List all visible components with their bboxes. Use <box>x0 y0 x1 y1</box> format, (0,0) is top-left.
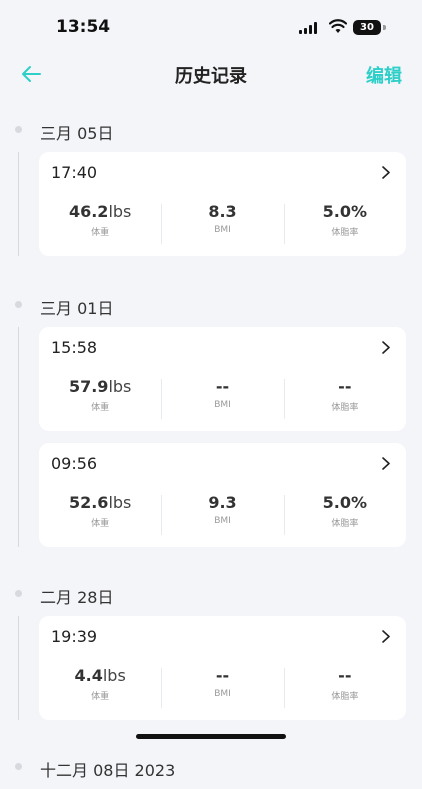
day-group: 二月 28日 19:39 4.4lbs 体重 -- BMI -- 体脂率 <box>0 574 422 720</box>
weight-unit: lbs <box>108 202 132 221</box>
timeline-dot <box>15 301 22 308</box>
weight-unit: lbs <box>108 493 132 512</box>
record-card[interactable]: 15:58 57.9lbs 体重 -- BMI -- 体脂率 <box>39 327 406 431</box>
weight-label: 体重 <box>91 519 110 529</box>
record-metrics: 57.9lbs 体重 -- BMI -- 体脂率 <box>39 377 406 421</box>
record-time: 09:56 <box>51 454 98 473</box>
day-header: 十二月 08日 2023 <box>0 747 422 789</box>
timeline-line <box>18 152 19 256</box>
battery-icon: 30 <box>353 20 381 35</box>
metric-body-fat: 5.0% 体脂率 <box>283 202 406 246</box>
timeline-line <box>18 327 19 547</box>
metric-body-fat: -- 体脂率 <box>283 666 406 710</box>
bmi-label: BMI <box>214 516 231 526</box>
timeline-line <box>18 616 19 720</box>
record-time: 17:40 <box>51 163 98 182</box>
weight-value: 52.6 <box>68 493 109 512</box>
status-time: 13:54 <box>56 17 111 37</box>
bmi-value: 9.3 <box>208 493 237 512</box>
day-header: 三月 05日 <box>0 110 422 152</box>
timeline-dot <box>15 763 22 770</box>
body-fat-value: -- <box>338 377 352 396</box>
metric-weight: 52.6lbs 体重 <box>39 493 161 537</box>
bmi-label: BMI <box>214 400 231 410</box>
metric-body-fat: 5.0% 体脂率 <box>283 493 406 537</box>
day-label: 二月 28日 <box>40 588 114 607</box>
weight-label: 体重 <box>91 228 110 238</box>
battery-tip <box>383 25 386 30</box>
metric-weight: 46.2lbs 体重 <box>39 202 161 246</box>
day-label: 三月 05日 <box>40 124 114 143</box>
body-fat-label: 体脂率 <box>331 403 359 413</box>
day-label: 三月 01日 <box>40 299 114 318</box>
status-bar: 13:54 30 <box>0 0 422 50</box>
metric-bmi: 9.3 BMI <box>161 493 283 537</box>
wifi-icon <box>329 19 347 33</box>
record-metrics: 52.6lbs 体重 9.3 BMI 5.0% 体脂率 <box>39 493 406 537</box>
timeline-dot <box>15 126 22 133</box>
body-fat-value: 5.0% <box>322 493 367 512</box>
body-fat-value: 5.0% <box>322 202 367 221</box>
bmi-value: -- <box>215 666 230 685</box>
edit-button[interactable]: 编辑 <box>366 62 402 88</box>
day-group: 三月 01日 15:58 57.9lbs 体重 -- BMI -- 体脂率 09… <box>0 285 422 547</box>
metric-bmi: -- BMI <box>161 666 283 710</box>
bmi-label: BMI <box>214 689 231 699</box>
metric-body-fat: -- 体脂率 <box>283 377 406 421</box>
record-card[interactable]: 17:40 46.2lbs 体重 8.3 BMI 5.0% 体脂率 <box>39 152 406 256</box>
body-fat-label: 体脂率 <box>331 228 359 238</box>
home-indicator <box>136 734 286 739</box>
record-card[interactable]: 09:56 52.6lbs 体重 9.3 BMI 5.0% 体脂率 <box>39 443 406 547</box>
day-group: 三月 05日 17:40 46.2lbs 体重 8.3 BMI 5.0% 体脂率 <box>0 110 422 256</box>
record-time: 19:39 <box>51 627 98 646</box>
weight-label: 体重 <box>91 692 110 702</box>
bmi-value: 8.3 <box>208 202 237 221</box>
cellular-signal-icon <box>299 22 317 34</box>
bmi-value: -- <box>215 377 230 396</box>
body-fat-label: 体脂率 <box>331 519 359 529</box>
body-fat-value: -- <box>338 666 352 685</box>
metric-weight: 57.9lbs 体重 <box>39 377 161 421</box>
day-header: 二月 28日 <box>0 574 422 616</box>
day-header: 三月 01日 <box>0 285 422 327</box>
page-title: 历史记录 <box>175 66 247 87</box>
weight-unit: lbs <box>102 666 126 685</box>
metric-bmi: -- BMI <box>161 377 283 421</box>
record-metrics: 4.4lbs 体重 -- BMI -- 体脂率 <box>39 666 406 710</box>
chevron-right-icon <box>382 630 390 643</box>
day-label: 十二月 08日 2023 <box>40 761 176 780</box>
timeline-dot <box>15 590 22 597</box>
chevron-right-icon <box>382 166 390 179</box>
chevron-right-icon <box>382 341 390 354</box>
body-fat-label: 体脂率 <box>331 692 359 702</box>
record-metrics: 46.2lbs 体重 8.3 BMI 5.0% 体脂率 <box>39 202 406 246</box>
weight-value: 46.2 <box>68 202 109 221</box>
record-time: 15:58 <box>51 338 98 357</box>
metric-bmi: 8.3 BMI <box>161 202 283 246</box>
record-card[interactable]: 19:39 4.4lbs 体重 -- BMI -- 体脂率 <box>39 616 406 720</box>
metric-weight: 4.4lbs 体重 <box>39 666 161 710</box>
weight-unit: lbs <box>108 377 132 396</box>
day-group: 十二月 08日 2023 <box>0 747 422 789</box>
weight-value: 4.4 <box>74 666 103 685</box>
nav-bar: 历史记录 编辑 <box>0 50 422 98</box>
weight-label: 体重 <box>91 403 110 413</box>
bmi-label: BMI <box>214 225 231 235</box>
chevron-right-icon <box>382 457 390 470</box>
weight-value: 57.9 <box>68 377 109 396</box>
history-timeline: 三月 05日 17:40 46.2lbs 体重 8.3 BMI 5.0% 体脂率 <box>0 110 422 789</box>
